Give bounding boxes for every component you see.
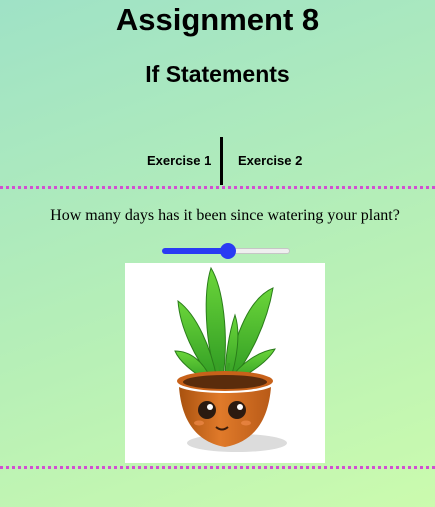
potted-plant-icon <box>174 266 287 452</box>
days-slider[interactable] <box>162 242 290 260</box>
question-text: How many days has it been since watering… <box>50 207 400 224</box>
section-divider-top <box>0 186 435 189</box>
slider-thumb[interactable] <box>220 243 236 259</box>
tab-exercise-1[interactable]: Exercise 1 <box>147 153 211 169</box>
page-subtitle: If Statements <box>145 61 290 87</box>
section-divider-bottom <box>0 466 435 469</box>
tab-exercise-2[interactable]: Exercise 2 <box>238 153 302 169</box>
page-title: Assignment 8 <box>115 2 320 37</box>
exercise-tabs: Exercise 1 Exercise 2 <box>0 137 435 185</box>
tab-divider <box>220 137 223 185</box>
slider-fill <box>162 248 228 254</box>
plant-image <box>125 263 325 463</box>
